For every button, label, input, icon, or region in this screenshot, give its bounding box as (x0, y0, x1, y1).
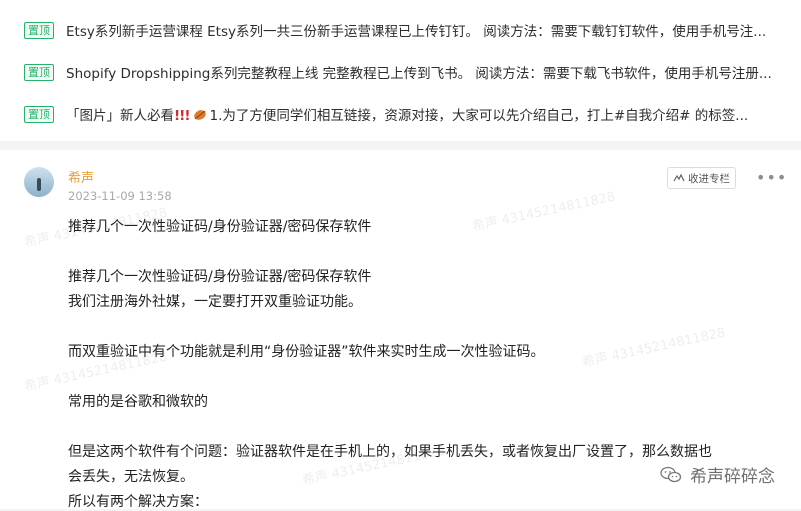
pinned-posts-card: 置顶 Etsy系列新手运营课程 Etsy系列一共三份新手运营课程已上传钉钉。 阅… (0, 0, 801, 141)
post-timestamp: 2023-11-09 13:58 (68, 189, 172, 203)
pinned-badge: 置顶 (24, 105, 54, 123)
leaf-emoji-icon (194, 110, 207, 120)
pinned-post-item[interactable]: 置顶 Shopify Dropshipping系列完整教程上线 完整教程已上传到… (24, 60, 784, 84)
pinned-badge: 置顶 (24, 63, 54, 81)
post-body-line: 所以有两个解决方案： (68, 494, 208, 510)
brand-name: 希声碎碎念 (690, 467, 775, 487)
pinned-post-text: Shopify Dropshipping系列完整教程上线 完整教程已上传到飞书。… (66, 66, 772, 82)
post-body-line: 常用的是谷歌和微软的 (68, 394, 208, 410)
author-name[interactable]: 希声 (68, 167, 94, 186)
collect-label: 收进专栏 (688, 172, 730, 185)
pinned-post-prefix: 「图片」新人必看 (66, 108, 174, 124)
wechat-brand-watermark: 希声碎碎念 (660, 462, 775, 487)
pinned-post-text: Etsy系列新手运营课程 Etsy系列一共三份新手运营课程已上传钉钉。 阅读方法… (66, 24, 767, 40)
avatar[interactable] (24, 167, 54, 197)
pinned-post-item[interactable]: 置顶 Etsy系列新手运营课程 Etsy系列一共三份新手运营课程已上传钉钉。 阅… (24, 18, 784, 42)
wechat-icon (660, 466, 682, 482)
exclamation-emoji-icon: !!! (174, 108, 191, 124)
post-body-line: 会丢失，无法恢复。 (68, 469, 194, 485)
pinned-badge: 置顶 (24, 21, 54, 39)
post-title-line: 推荐几个一次性验证码/身份验证器/密码保存软件 (68, 219, 372, 235)
pinned-post-text: 「图片」新人必看!!! 1.为了方便同学们相互链接，资源对接，大家可以先介绍自己，… (66, 104, 748, 124)
post-body-line: 推荐几个一次性验证码/身份验证器/密码保存软件 (68, 269, 372, 285)
post-body-line: 而双重验证中有个功能就是利用“身份验证器”软件来实时生成一次性验证码。 (68, 344, 545, 360)
collect-to-column-button[interactable]: 收进专栏 (667, 167, 736, 189)
pinned-post-body: 1.为了方便同学们相互链接，资源对接，大家可以先介绍自己，打上#自我介绍# 的标… (209, 108, 749, 124)
collect-icon (673, 173, 685, 182)
post-body-line: 我们注册海外社媒，一定要打开双重验证功能。 (68, 294, 362, 310)
more-options-icon[interactable]: ••• (756, 168, 787, 188)
pinned-post-item[interactable]: 置顶 「图片」新人必看!!! 1.为了方便同学们相互链接，资源对接，大家可以先介绍… (24, 102, 784, 126)
post-body-line: 但是这两个软件有个问题：验证器软件是在手机上的，如果手机丢失，或者恢复出厂设置了… (68, 444, 712, 460)
